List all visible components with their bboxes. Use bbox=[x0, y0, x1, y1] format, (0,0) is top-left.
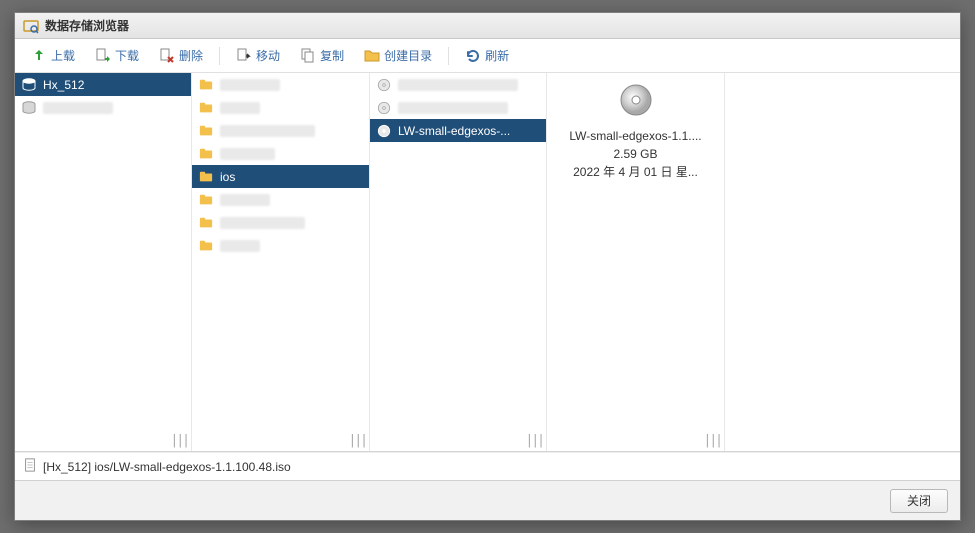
move-button[interactable]: 移动 bbox=[228, 43, 288, 68]
refresh-label: 刷新 bbox=[485, 47, 509, 64]
redacted-label bbox=[43, 102, 113, 114]
datastore-icon bbox=[21, 77, 37, 93]
column-resize-handle[interactable]: ||| bbox=[526, 433, 543, 448]
datastore-icon bbox=[21, 100, 37, 116]
folder-item[interactable]: ios bbox=[192, 165, 369, 188]
close-button[interactable]: 关闭 bbox=[890, 489, 948, 513]
download-label: 下载 bbox=[115, 47, 139, 64]
folder-item[interactable] bbox=[192, 119, 369, 142]
preview-pane: LW-small-edgexos-1.1.... 2.59 GB 2022 年 … bbox=[547, 73, 724, 181]
refresh-button[interactable]: 刷新 bbox=[457, 43, 517, 68]
column-resize-handle[interactable]: ||| bbox=[349, 433, 366, 448]
footer: 关闭 bbox=[15, 480, 960, 520]
download-button[interactable]: 下载 bbox=[87, 43, 147, 68]
move-label: 移动 bbox=[256, 47, 280, 64]
datastore-item[interactable] bbox=[15, 96, 191, 119]
redacted-label bbox=[220, 194, 270, 206]
browser-icon bbox=[23, 18, 39, 34]
window-title: 数据存储浏览器 bbox=[45, 17, 129, 34]
file-item[interactable] bbox=[370, 73, 546, 96]
disc-preview-icon bbox=[619, 83, 653, 117]
disc-icon bbox=[376, 100, 392, 116]
folder-item[interactable] bbox=[192, 234, 369, 257]
column-folders: ios ||| bbox=[192, 73, 370, 451]
folder-icon bbox=[198, 215, 214, 231]
redacted-label bbox=[398, 102, 508, 114]
redacted-label bbox=[220, 125, 315, 137]
folder-label: ios bbox=[220, 170, 235, 184]
body: Hx_512 ||| ios ||| bbox=[15, 73, 960, 480]
folder-icon bbox=[198, 123, 214, 139]
redacted-label bbox=[220, 79, 280, 91]
column-preview: LW-small-edgexos-1.1.... 2.59 GB 2022 年 … bbox=[547, 73, 725, 451]
folder-icon bbox=[198, 169, 214, 185]
folder-icon bbox=[198, 146, 214, 162]
folder-icon bbox=[364, 48, 380, 64]
copy-icon bbox=[300, 48, 316, 64]
column-files: LW-small-edgexos-... ||| bbox=[370, 73, 547, 451]
folder-item[interactable] bbox=[192, 142, 369, 165]
datastore-browser-window: 数据存储浏览器 上载 下载 删除 移动 复制 创建目录 bbox=[14, 12, 961, 521]
folder-icon bbox=[198, 77, 214, 93]
folder-item[interactable] bbox=[192, 188, 369, 211]
download-icon bbox=[95, 48, 111, 64]
pathbar: [Hx_512] ios/LW-small-edgexos-1.1.100.48… bbox=[15, 452, 960, 480]
close-label: 关闭 bbox=[907, 492, 931, 509]
disc-icon bbox=[376, 77, 392, 93]
redacted-label bbox=[220, 240, 260, 252]
folder-icon bbox=[198, 192, 214, 208]
column-resize-handle[interactable]: ||| bbox=[704, 433, 721, 448]
column-empty bbox=[725, 73, 960, 451]
create-dir-button[interactable]: 创建目录 bbox=[356, 43, 440, 68]
file-item[interactable] bbox=[370, 96, 546, 119]
redacted-label bbox=[220, 217, 305, 229]
file-icon bbox=[23, 458, 37, 475]
delete-label: 删除 bbox=[179, 47, 203, 64]
file-label: LW-small-edgexos-... bbox=[398, 124, 510, 138]
copy-button[interactable]: 复制 bbox=[292, 43, 352, 68]
column-datastores: Hx_512 ||| bbox=[15, 73, 192, 451]
upload-button[interactable]: 上载 bbox=[23, 43, 83, 68]
window-titlebar[interactable]: 数据存储浏览器 bbox=[15, 13, 960, 39]
folder-icon bbox=[198, 238, 214, 254]
redacted-label bbox=[398, 79, 518, 91]
folder-icon bbox=[198, 100, 214, 116]
column-resize-handle[interactable]: ||| bbox=[171, 433, 188, 448]
toolbar-separator bbox=[219, 47, 220, 65]
folder-item[interactable] bbox=[192, 96, 369, 119]
preview-name: LW-small-edgexos-1.1.... bbox=[547, 127, 724, 145]
folder-item[interactable] bbox=[192, 73, 369, 96]
refresh-icon bbox=[465, 48, 481, 64]
toolbar-separator bbox=[448, 47, 449, 65]
move-icon bbox=[236, 48, 252, 64]
datastore-item[interactable]: Hx_512 bbox=[15, 73, 191, 96]
delete-button[interactable]: 删除 bbox=[151, 43, 211, 68]
upload-icon bbox=[31, 48, 47, 64]
path-text: [Hx_512] ios/LW-small-edgexos-1.1.100.48… bbox=[43, 460, 291, 474]
copy-label: 复制 bbox=[320, 47, 344, 64]
preview-size: 2.59 GB bbox=[547, 145, 724, 163]
preview-date: 2022 年 4 月 01 日 星... bbox=[547, 163, 724, 181]
disc-icon bbox=[376, 123, 392, 139]
upload-label: 上载 bbox=[51, 47, 75, 64]
redacted-label bbox=[220, 102, 260, 114]
delete-icon bbox=[159, 48, 175, 64]
toolbar: 上载 下载 删除 移动 复制 创建目录 刷新 bbox=[15, 39, 960, 73]
file-item[interactable]: LW-small-edgexos-... bbox=[370, 119, 546, 142]
create-dir-label: 创建目录 bbox=[384, 47, 432, 64]
folder-item[interactable] bbox=[192, 211, 369, 234]
datastore-label: Hx_512 bbox=[43, 78, 84, 92]
redacted-label bbox=[220, 148, 275, 160]
columns: Hx_512 ||| ios ||| bbox=[15, 73, 960, 452]
